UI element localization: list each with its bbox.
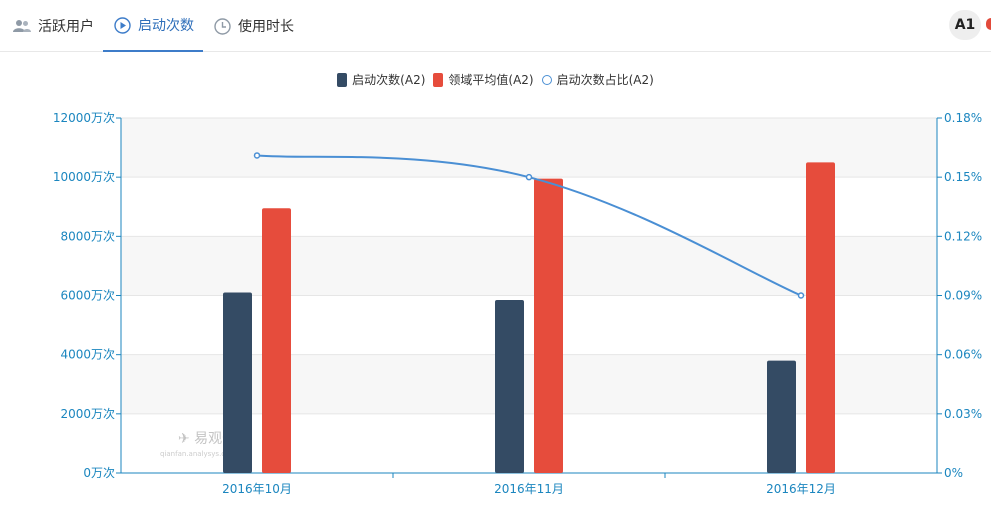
y-right-tick-label: 0.03%	[944, 407, 982, 421]
y-right-tick-label: 0.15%	[944, 170, 982, 184]
y-left-tick-label: 8000万次	[60, 229, 115, 243]
y-left-tick-label: 10000万次	[53, 170, 115, 184]
bar-domain-average	[534, 178, 563, 474]
chart-area: ✈ 易观千帆qianfan.analysys.cn0万次2000万次4000万次…	[53, 111, 982, 496]
y-left-tick-label: 0万次	[83, 466, 115, 480]
bar-launches	[495, 299, 524, 473]
bar-domain-average	[262, 208, 291, 473]
bar-launches	[223, 292, 252, 473]
x-tick-label: 2016年11月	[494, 482, 564, 496]
x-tick-label: 2016年12月	[766, 482, 836, 496]
bar-domain-average	[806, 162, 835, 473]
line-point	[797, 292, 805, 299]
watermark-url: qianfan.analysys.cn	[160, 450, 230, 458]
bar-launches	[767, 360, 796, 473]
y-left-tick-label: 6000万次	[60, 289, 115, 303]
y-left-tick-label: 12000万次	[53, 111, 115, 125]
y-right-tick-label: 0.18%	[944, 111, 982, 125]
y-left-tick-label: 4000万次	[60, 348, 115, 362]
y-right-tick-label: 0%	[944, 466, 963, 480]
y-right-tick-label: 0.06%	[944, 348, 982, 362]
line-point	[253, 152, 261, 159]
y-right-tick-label: 0.09%	[944, 289, 982, 303]
line-point	[525, 173, 533, 181]
y-left-tick-label: 2000万次	[60, 407, 115, 421]
x-tick-label: 2016年10月	[222, 482, 292, 496]
y-right-tick-label: 0.12%	[944, 229, 982, 243]
